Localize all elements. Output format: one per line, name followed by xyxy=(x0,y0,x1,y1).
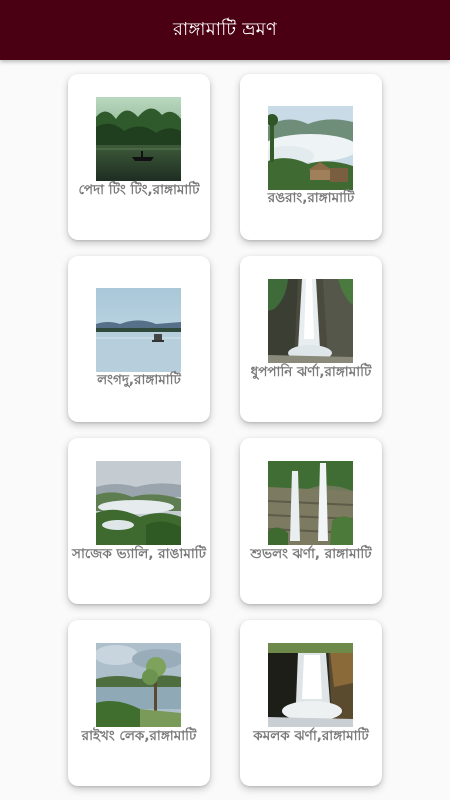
app-bar: রাঙ্গামাটি ভ্রমণ xyxy=(0,0,450,60)
place-label: রঙরাং,রাঙ্গামাটি xyxy=(267,190,355,206)
rock-waterfall-photo xyxy=(268,461,353,545)
place-label: রাইখং লেক,রাঙ্গামাটি xyxy=(81,728,197,744)
gorge-waterfall-photo xyxy=(268,643,353,727)
place-card-longadu[interactable]: লংগদু,রাঙ্গামাটি xyxy=(68,256,210,422)
waterfall-cliff-photo xyxy=(268,279,353,363)
place-card-sajek[interactable]: সাজেক ভ্যালি, রাঙামাটি xyxy=(68,438,210,604)
place-card-komolok[interactable]: কমলক ঝর্ণা,রাঙ্গামাটি xyxy=(240,620,382,786)
lake-tree-sky-photo xyxy=(96,643,181,727)
place-label: শুভলং ঝর্ণা, রাঙ্গামাটি xyxy=(250,546,372,562)
place-label: পেদা টিং টিং,রাঙ্গামাটি xyxy=(78,182,200,198)
place-label: ধুপপানি ঝর্ণা,রাঙ্গামাটি xyxy=(250,364,372,380)
valley-fog-hills-photo xyxy=(96,461,181,545)
place-label: সাজেক ভ্যালি, রাঙামাটি xyxy=(72,546,206,562)
place-card-raikhong[interactable]: রাইখং লেক,রাঙ্গামাটি xyxy=(68,620,210,786)
place-label: লংগদু,রাঙ্গামাটি xyxy=(97,372,181,388)
place-card-rongrang[interactable]: রঙরাং,রাঙ্গামাটি xyxy=(240,74,382,240)
place-card-dhuppani[interactable]: ধুপপানি ঝর্ণা,রাঙ্গামাটি xyxy=(240,256,382,422)
place-card-shuvolong[interactable]: শুভলং ঝর্ণা, রাঙ্গামাটি xyxy=(240,438,382,604)
hill-clouds-hut-photo xyxy=(268,106,353,190)
place-card-peda-ting-ting[interactable]: পেদা টিং টিং,রাঙ্গামাটি xyxy=(68,74,210,240)
calm-lake-horizon-photo xyxy=(96,288,181,372)
app-title: রাঙ্গামাটি ভ্রমণ xyxy=(173,18,277,40)
lake-boat-forest-photo xyxy=(96,97,181,181)
place-label: কমলক ঝর্ণা,রাঙ্গামাটি xyxy=(253,728,369,744)
